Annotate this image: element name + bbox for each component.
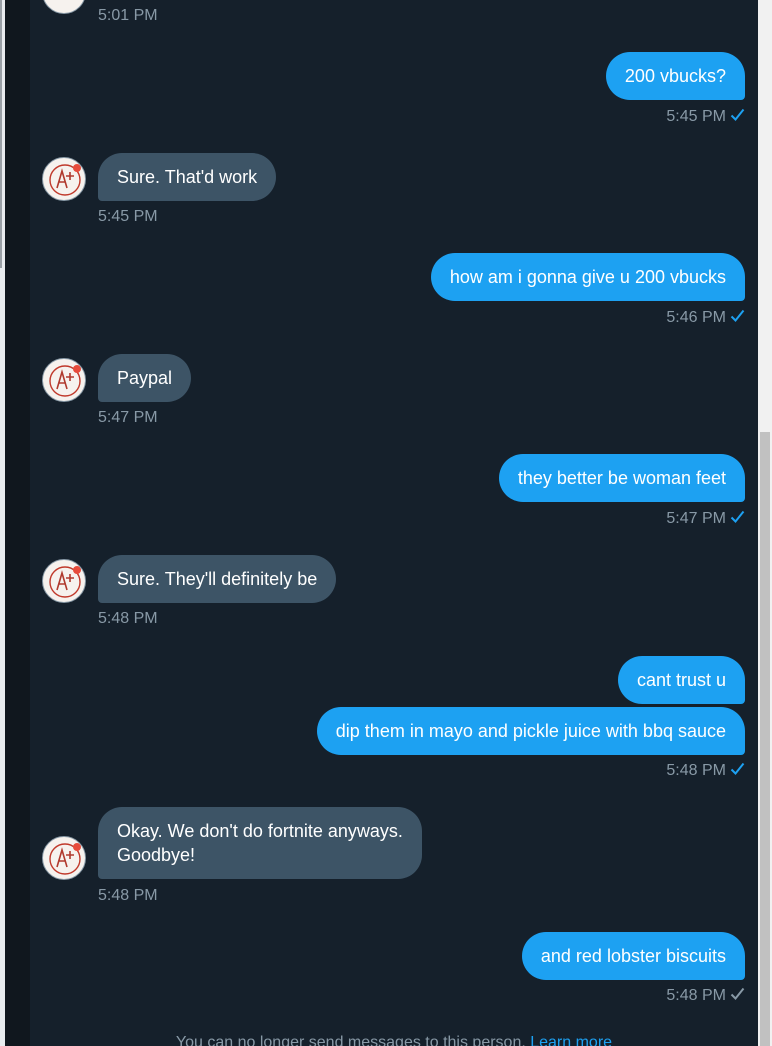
message-timestamp: 5:47 PM <box>666 510 745 529</box>
contact-avatar[interactable] <box>42 0 86 14</box>
message-row-incoming: Sure. That'd work <box>98 153 277 201</box>
grade-a-plus-icon <box>49 566 81 598</box>
message-row-incoming: Okay. We don't do fortnite anyways. Good… <box>98 807 422 879</box>
left-scrollbar-thumb[interactable] <box>0 0 2 268</box>
message-bubble-outgoing[interactable]: dip them in mayo and pickle juice with b… <box>316 707 745 755</box>
timestamp-text: 5:46 PM <box>666 309 726 326</box>
scrollbar-thumb[interactable] <box>760 432 770 1046</box>
message-row-outgoing: and red lobster biscuits <box>521 932 745 980</box>
message-timestamp: 5:48 PM <box>98 887 158 904</box>
message-bubble-outgoing[interactable]: 200 vbucks? <box>605 52 745 100</box>
message-timestamp: 5:48 PM <box>666 762 745 781</box>
contact-avatar[interactable] <box>42 559 86 603</box>
check-icon <box>730 987 745 1006</box>
timestamp-text: 5:45 PM <box>666 108 726 125</box>
check-icon <box>730 762 745 781</box>
message-line: Okay. We don't do fortnite anyways. <box>117 821 403 841</box>
notice-text: You can no longer send messages to this … <box>175 1034 526 1046</box>
message-row-outgoing: dip them in mayo and pickle juice with b… <box>316 707 745 755</box>
message-timestamp: 5:47 PM <box>98 409 158 426</box>
message-bubble-outgoing[interactable]: how am i gonna give u 200 vbucks <box>430 253 745 301</box>
message-row-incoming: Sure. They'll definitely be <box>98 555 337 603</box>
check-icon <box>730 510 745 529</box>
message-timestamp: 5:48 PM <box>666 987 745 1006</box>
message-timestamp: 5:01 PM <box>98 7 158 24</box>
message-timestamp: 5:46 PM <box>666 309 745 328</box>
dm-disabled-notice: You can no longer send messages to this … <box>30 1034 758 1046</box>
message-bubble-outgoing[interactable]: they better be woman feet <box>498 454 745 502</box>
grade-a-plus-icon <box>49 843 81 875</box>
message-timestamp: 5:48 PM <box>98 610 158 627</box>
conversation-thread: 5:01 PM 200 vbucks? 5:45 PM Sure. That'd… <box>30 0 758 1046</box>
message-bubble-incoming[interactable]: Okay. We don't do fortnite anyways. Good… <box>98 807 422 879</box>
message-row-outgoing: how am i gonna give u 200 vbucks <box>430 253 745 301</box>
message-row-incoming: Paypal <box>98 354 192 402</box>
dm-window: 5:01 PM 200 vbucks? 5:45 PM Sure. That'd… <box>0 0 772 1046</box>
message-bubble-incoming[interactable]: Sure. They'll definitely be <box>98 555 337 603</box>
grade-a-plus-icon <box>49 164 81 196</box>
message-bubble-incoming[interactable]: Paypal <box>98 354 192 402</box>
message-timestamp: 5:45 PM <box>666 108 745 127</box>
message-row-outgoing: they better be woman feet <box>498 454 745 502</box>
sidebar-edge <box>5 0 30 1046</box>
check-icon <box>730 108 745 127</box>
contact-avatar[interactable] <box>42 836 86 880</box>
message-row-outgoing: cant trust u <box>617 656 745 704</box>
contact-avatar[interactable] <box>42 157 86 201</box>
grade-a-plus-icon <box>49 365 81 397</box>
message-bubble-incoming[interactable]: Sure. That'd work <box>98 153 277 201</box>
timestamp-text: 5:48 PM <box>666 987 726 1004</box>
message-row-outgoing: 200 vbucks? <box>605 52 745 100</box>
check-icon <box>730 309 745 328</box>
message-timestamp: 5:45 PM <box>98 208 158 225</box>
contact-avatar[interactable] <box>42 358 86 402</box>
message-bubble-outgoing[interactable]: cant trust u <box>617 656 745 704</box>
scrollbar[interactable] <box>758 0 772 1046</box>
timestamp-text: 5:47 PM <box>666 510 726 527</box>
learn-more-link[interactable]: Learn more <box>530 1034 612 1046</box>
message-bubble-outgoing[interactable]: and red lobster biscuits <box>521 932 745 980</box>
message-line: Goodbye! <box>117 845 196 865</box>
timestamp-text: 5:48 PM <box>666 762 726 779</box>
